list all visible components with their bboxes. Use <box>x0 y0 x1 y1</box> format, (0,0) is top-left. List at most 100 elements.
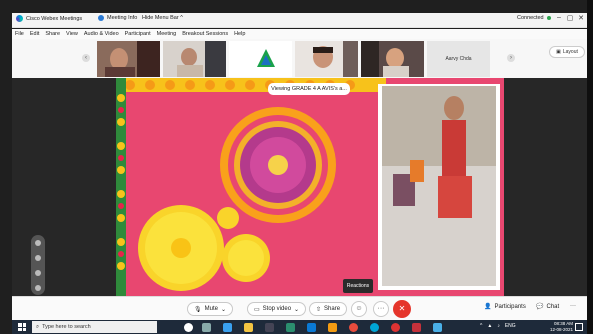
connection-status-text: Connected <box>517 15 544 21</box>
taskbar-clock[interactable]: 08:38 AM 12-08-2021 <box>550 321 573 333</box>
volume-icon[interactable]: ♪ <box>497 323 500 329</box>
menu-view[interactable]: View <box>66 31 78 37</box>
strip-prev-icon[interactable]: ‹ <box>82 54 90 62</box>
menu-help[interactable]: Help <box>234 31 245 37</box>
strip-next-icon[interactable]: › <box>507 54 515 62</box>
menu-share[interactable]: Share <box>45 31 60 37</box>
layout-label: Layout <box>562 49 578 55</box>
participants-label: Participants <box>494 303 526 310</box>
microphone-icon: 🎙 <box>194 306 202 313</box>
chat-icon: 💬 <box>536 304 544 310</box>
taskbar-app-icon[interactable] <box>328 323 337 332</box>
chrome-icon[interactable] <box>349 323 358 332</box>
participant-video-2[interactable] <box>163 41 226 77</box>
network-icon[interactable]: ▲ <box>487 323 492 329</box>
zoom-fit-icon[interactable] <box>35 269 41 276</box>
menu-bar: File Edit Share View Audio & Video Parti… <box>12 29 587 39</box>
share-icon: ⇧ <box>316 306 322 313</box>
app-title-text: Cisco Webex Meetings <box>26 15 83 22</box>
photos-icon[interactable] <box>433 323 442 332</box>
meeting-info-button[interactable]: Meeting Info <box>98 15 137 21</box>
connection-status[interactable]: Connected <box>517 15 551 21</box>
right-edge <box>587 0 593 334</box>
mute-button[interactable]: 🎙 Mute ⌄ <box>187 302 233 316</box>
participant-2-image <box>163 41 226 77</box>
minimize-icon[interactable]: – <box>554 14 564 21</box>
participant-4-image <box>295 41 358 77</box>
chevron-down-icon[interactable]: ⌄ <box>221 306 226 313</box>
more-panels-button[interactable]: ··· <box>570 303 576 309</box>
share-label: Share <box>324 306 341 312</box>
app-icon[interactable] <box>286 323 295 332</box>
notifications-icon[interactable] <box>575 323 583 331</box>
shared-content-area: Viewing GRADE 4 A AVIS's a... <box>12 78 587 296</box>
meeting-controls: 🎙 Mute ⌄ ▭ Stop video ⌄ ⇧ Share ☺ ··· ✕ … <box>12 296 587 320</box>
zoom-controls <box>31 235 45 295</box>
zoom-in-icon[interactable] <box>35 239 41 246</box>
maximize-icon[interactable]: ▢ <box>565 14 575 22</box>
taskbar-search[interactable]: ⌕ Type here to search <box>32 321 157 333</box>
participant-video-5[interactable] <box>361 41 424 77</box>
powerpoint-icon[interactable] <box>412 323 421 332</box>
participant-5-image <box>361 41 424 77</box>
participants-button[interactable]: 👤 Participants <box>484 303 526 311</box>
menu-audio-video[interactable]: Audio & Video <box>84 31 119 37</box>
participant-name-label: Aarvy Chda <box>445 56 472 62</box>
system-tray: ^ ▲ ♪ ENG <box>480 323 516 329</box>
task-view-icon[interactable] <box>202 323 211 332</box>
participant-video-1[interactable] <box>97 41 160 77</box>
zoom-out-icon[interactable] <box>35 284 41 291</box>
chevron-up-icon[interactable]: ^ <box>480 323 482 329</box>
menu-edit[interactable]: Edit <box>30 31 39 37</box>
title-bar: Cisco Webex Meetings Meeting Info Hide M… <box>12 13 587 28</box>
zoom-hand-icon[interactable] <box>35 254 41 261</box>
reactions-tooltip: Reactions <box>343 279 373 293</box>
mute-label: Mute <box>204 306 218 312</box>
end-meeting-button[interactable]: ✕ <box>393 300 411 318</box>
info-icon <box>98 15 104 21</box>
stop-video-button[interactable]: ▭ Stop video ⌄ <box>247 302 307 316</box>
cortana-icon[interactable] <box>184 323 193 332</box>
menu-meeting[interactable]: Meeting <box>157 31 177 37</box>
edge-legacy-icon[interactable] <box>307 323 316 332</box>
viewing-banner: Viewing GRADE 4 A AVIS's a... <box>268 83 350 95</box>
webex-logo-icon <box>16 15 23 22</box>
chat-button[interactable]: 💬 Chat <box>536 303 560 311</box>
chat-label: Chat <box>546 303 560 310</box>
shared-screen-image <box>116 78 504 296</box>
webex-icon[interactable] <box>370 323 379 332</box>
meeting-info-label: Meeting Info <box>107 15 138 21</box>
stop-video-label: Stop video <box>262 306 292 312</box>
chevron-down-icon[interactable]: ⌄ <box>294 306 299 313</box>
menu-file[interactable]: File <box>15 31 24 37</box>
file-explorer-icon[interactable] <box>244 323 253 332</box>
clock-date: 12-08-2021 <box>550 327 574 332</box>
menu-participant[interactable]: Participant <box>125 31 151 37</box>
close-icon[interactable]: ✕ <box>576 14 586 22</box>
layout-icon: ▣ <box>556 49 561 55</box>
windows-start-icon[interactable] <box>18 323 26 331</box>
windows-taskbar: ⌕ Type here to search ^ ▲ ♪ ENG 08:38 AM… <box>12 320 587 334</box>
participant-strip: ‹ Aarvy Chda › ▣ Layout <box>12 39 587 78</box>
shared-screen[interactable]: Viewing GRADE 4 A AVIS's a... <box>116 78 504 296</box>
menu-breakout-sessions[interactable]: Breakout Sessions <box>182 31 228 37</box>
video-camera-icon: ▭ <box>254 306 260 313</box>
edge-icon[interactable] <box>223 323 232 332</box>
participant-video-4[interactable] <box>295 41 358 77</box>
participant-3-logo <box>229 41 292 77</box>
reactions-button[interactable]: ☺ <box>351 301 367 317</box>
connection-signal-icon <box>546 16 551 20</box>
more-options-button[interactable]: ··· <box>373 301 389 317</box>
participant-1-image <box>97 41 160 77</box>
layout-button[interactable]: ▣ Layout <box>549 46 585 58</box>
participant-video-6[interactable]: Aarvy Chda <box>427 41 490 77</box>
participants-icon: 👤 <box>484 304 492 310</box>
store-icon[interactable] <box>265 323 274 332</box>
hide-menu-bar-button[interactable]: Hide Menu Bar ^ <box>142 15 183 21</box>
app-title: Cisco Webex Meetings <box>16 15 82 22</box>
search-placeholder: Type here to search <box>42 324 91 330</box>
share-button[interactable]: ⇧ Share <box>309 302 348 316</box>
language-indicator[interactable]: ENG <box>505 323 516 329</box>
chrome-profile-icon[interactable] <box>391 323 400 332</box>
participant-video-3[interactable] <box>229 41 292 77</box>
